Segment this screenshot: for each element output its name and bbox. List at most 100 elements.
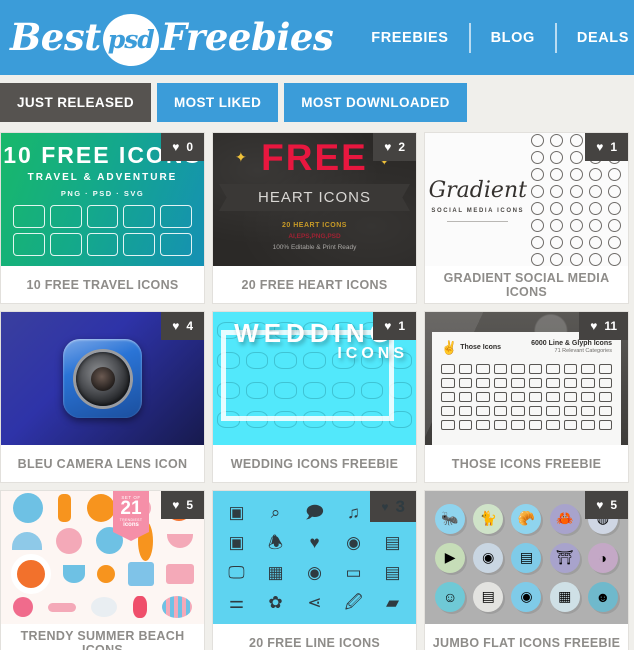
like-badge[interactable]: ♥ 4 [161, 312, 204, 340]
gear-icon: ✿ [268, 593, 283, 613]
thumb-icon-row [1, 198, 204, 256]
tab-just-released[interactable]: JUST RELEASED [0, 83, 151, 122]
share-icon: ⋖ [307, 593, 322, 613]
thumb-formats: PNG · PSD · SVG [60, 189, 145, 198]
pen-icon [598, 392, 612, 402]
mountain-icon [13, 205, 45, 228]
icon-row [1, 554, 204, 595]
heart-icon: ♥ [596, 140, 604, 154]
twitch-icon [530, 218, 544, 232]
site-logo[interactable]: Best psd Freebies [10, 0, 334, 75]
tag-icon: ▰ [385, 593, 400, 613]
like-badge[interactable]: ♥ 0 [161, 133, 204, 161]
thumb-text-block: Gradient SOCIAL MEDIA ICONS [425, 178, 531, 222]
dropbox-icon [589, 218, 602, 232]
nav-item-freebies[interactable]: FREEBIES [351, 30, 468, 46]
towel-icon [162, 596, 193, 619]
like-count: 1 [610, 140, 617, 154]
like-badge[interactable]: ♥ 1 [585, 133, 628, 161]
globe-icon [458, 406, 472, 416]
like-badge[interactable]: ♥ 2 [373, 133, 416, 161]
card-travel-icons[interactable]: 10 FREE ICONS TRAVEL & ADVENTURE PNG · P… [0, 132, 205, 304]
like-badge[interactable]: ♥ 5 [585, 491, 628, 519]
card-icon [581, 364, 595, 374]
flag-icon [511, 420, 525, 430]
newspaper-icon: ▤ [473, 581, 504, 612]
cloud-icon [458, 378, 472, 388]
card-camera-lens[interactable]: ♥ 4 BLEU CAMERA LENS ICON [0, 311, 205, 483]
etsy-icon [569, 252, 583, 266]
apple-icon [608, 252, 622, 266]
card-summer-beach-icons[interactable]: SET OF 21 TRENDIEST icons ♥ 5 TRENDY SUM… [0, 490, 205, 650]
suitcase-icon [165, 564, 194, 585]
clock-icon [528, 364, 542, 374]
heart-icon: ♥ [172, 140, 180, 154]
like-badge[interactable]: ♥ 5 [161, 491, 204, 519]
printer-icon [493, 378, 507, 388]
lock-icon [476, 364, 490, 374]
caravan-icon [160, 233, 192, 256]
emoji-icon: ☺ [435, 581, 466, 612]
zoom-out-icon [546, 392, 560, 402]
card-thumbnail: ✦ ✦ FREE HEART ICONS 20 HEART ICONS AI,E… [213, 133, 416, 266]
like-badge[interactable]: ♥ 3 [370, 491, 416, 522]
nav-item-deals[interactable]: DEALS [557, 30, 634, 46]
tag-number: 21 [120, 498, 142, 519]
icon-count: 6000 Line & Glyph Icons [531, 340, 612, 347]
like-count: 0 [186, 140, 193, 154]
mask-icon [49, 205, 82, 228]
search-icon: ⌕ [270, 502, 281, 522]
logo-text-after: Freebies [160, 15, 334, 59]
compass-icon [528, 392, 542, 402]
facebook-icon [530, 133, 544, 147]
nav-item-blog[interactable]: BLOG [471, 30, 555, 46]
card-heart-icons[interactable]: ✦ ✦ FREE HEART ICONS 20 HEART ICONS AI,E… [212, 132, 417, 304]
card-title: 20 FREE HEART ICONS [213, 266, 416, 303]
main-nav: FREEBIES BLOG DEALS NEW [351, 0, 634, 75]
user-icon [546, 364, 560, 374]
chart-icon [476, 392, 490, 402]
like-count: 11 [604, 319, 617, 333]
like-badge[interactable]: ♥ 11 [579, 312, 628, 340]
heart-icon: ♥ [596, 498, 604, 512]
card-title: GRADIENT SOCIAL MEDIA ICONS [425, 266, 628, 303]
like-badge[interactable]: ♥ 1 [373, 312, 416, 340]
note-icon [598, 378, 612, 388]
amazon-icon [589, 252, 602, 266]
icon-row [1, 520, 204, 561]
card-title: THOSE ICONS FREEBIE [425, 445, 628, 482]
gift-icon: ⛩ [549, 542, 580, 573]
pin-icon [493, 420, 507, 430]
card-those-icons[interactable]: ✌ Those Icons 6000 Line & Glyph Icons 71… [424, 311, 629, 483]
brand-name: Those Icons [460, 344, 502, 352]
screen-icon [441, 420, 455, 430]
youtube-icon [530, 167, 544, 181]
plug-icon [581, 406, 595, 416]
those-icons-logo: ✌ Those Icons [441, 340, 501, 356]
card-line-icons[interactable]: ▣ ⌕ 🗩 ♫ ◈ ▣ 🕭 ♥ ◉ ▤ 🖵 ▦ ◉ ▭ ▤ ⚌ ✿ ⋖ 🖉 ▰ … [212, 490, 417, 650]
person-icon [493, 392, 507, 402]
timer-icon [546, 420, 560, 430]
tab-most-liked[interactable]: MOST LIKED [156, 83, 279, 122]
orangeslice-icon [97, 565, 116, 584]
tab-most-downloaded[interactable]: MOST DOWNLOADED [284, 83, 467, 122]
yelp-icon [550, 252, 564, 266]
card-gradient-social[interactable]: Gradient SOCIAL MEDIA ICONS ♥ 1 GRADIENT… [424, 132, 629, 304]
like-count: 3 [395, 497, 405, 516]
line-icon [550, 235, 564, 249]
lifebuoy-icon [11, 554, 52, 595]
thumb-script-title: Gradient [428, 177, 527, 203]
card-wedding-icons[interactable]: WEDDING ICONS ♥ 1 WEDDING ICONS FREEBIE [212, 311, 417, 483]
clip-icon: 🖉 [344, 593, 363, 613]
like-count: 1 [398, 319, 405, 333]
bell-icon: 🕭 [267, 532, 284, 552]
skype-icon [550, 150, 564, 164]
heart-icon: ♥ [309, 532, 320, 552]
icon-sheet: ✌ Those Icons 6000 Line & Glyph Icons 71… [432, 332, 621, 445]
dribbble-icon [569, 150, 583, 164]
umbrella-icon [12, 531, 43, 550]
bulb-icon [441, 406, 455, 416]
card-thumbnail: WEDDING ICONS ♥ 1 [213, 312, 416, 445]
tablet-icon [476, 420, 490, 430]
card-jumbo-flat-icons[interactable]: 🐜 🐈 🥐 🦀 ◍ ▶ ◉ ▤ ⛩ ◑ ☺ ▤ ◉ ▦ ☻ ♥ 5 JUMBO … [424, 490, 629, 650]
